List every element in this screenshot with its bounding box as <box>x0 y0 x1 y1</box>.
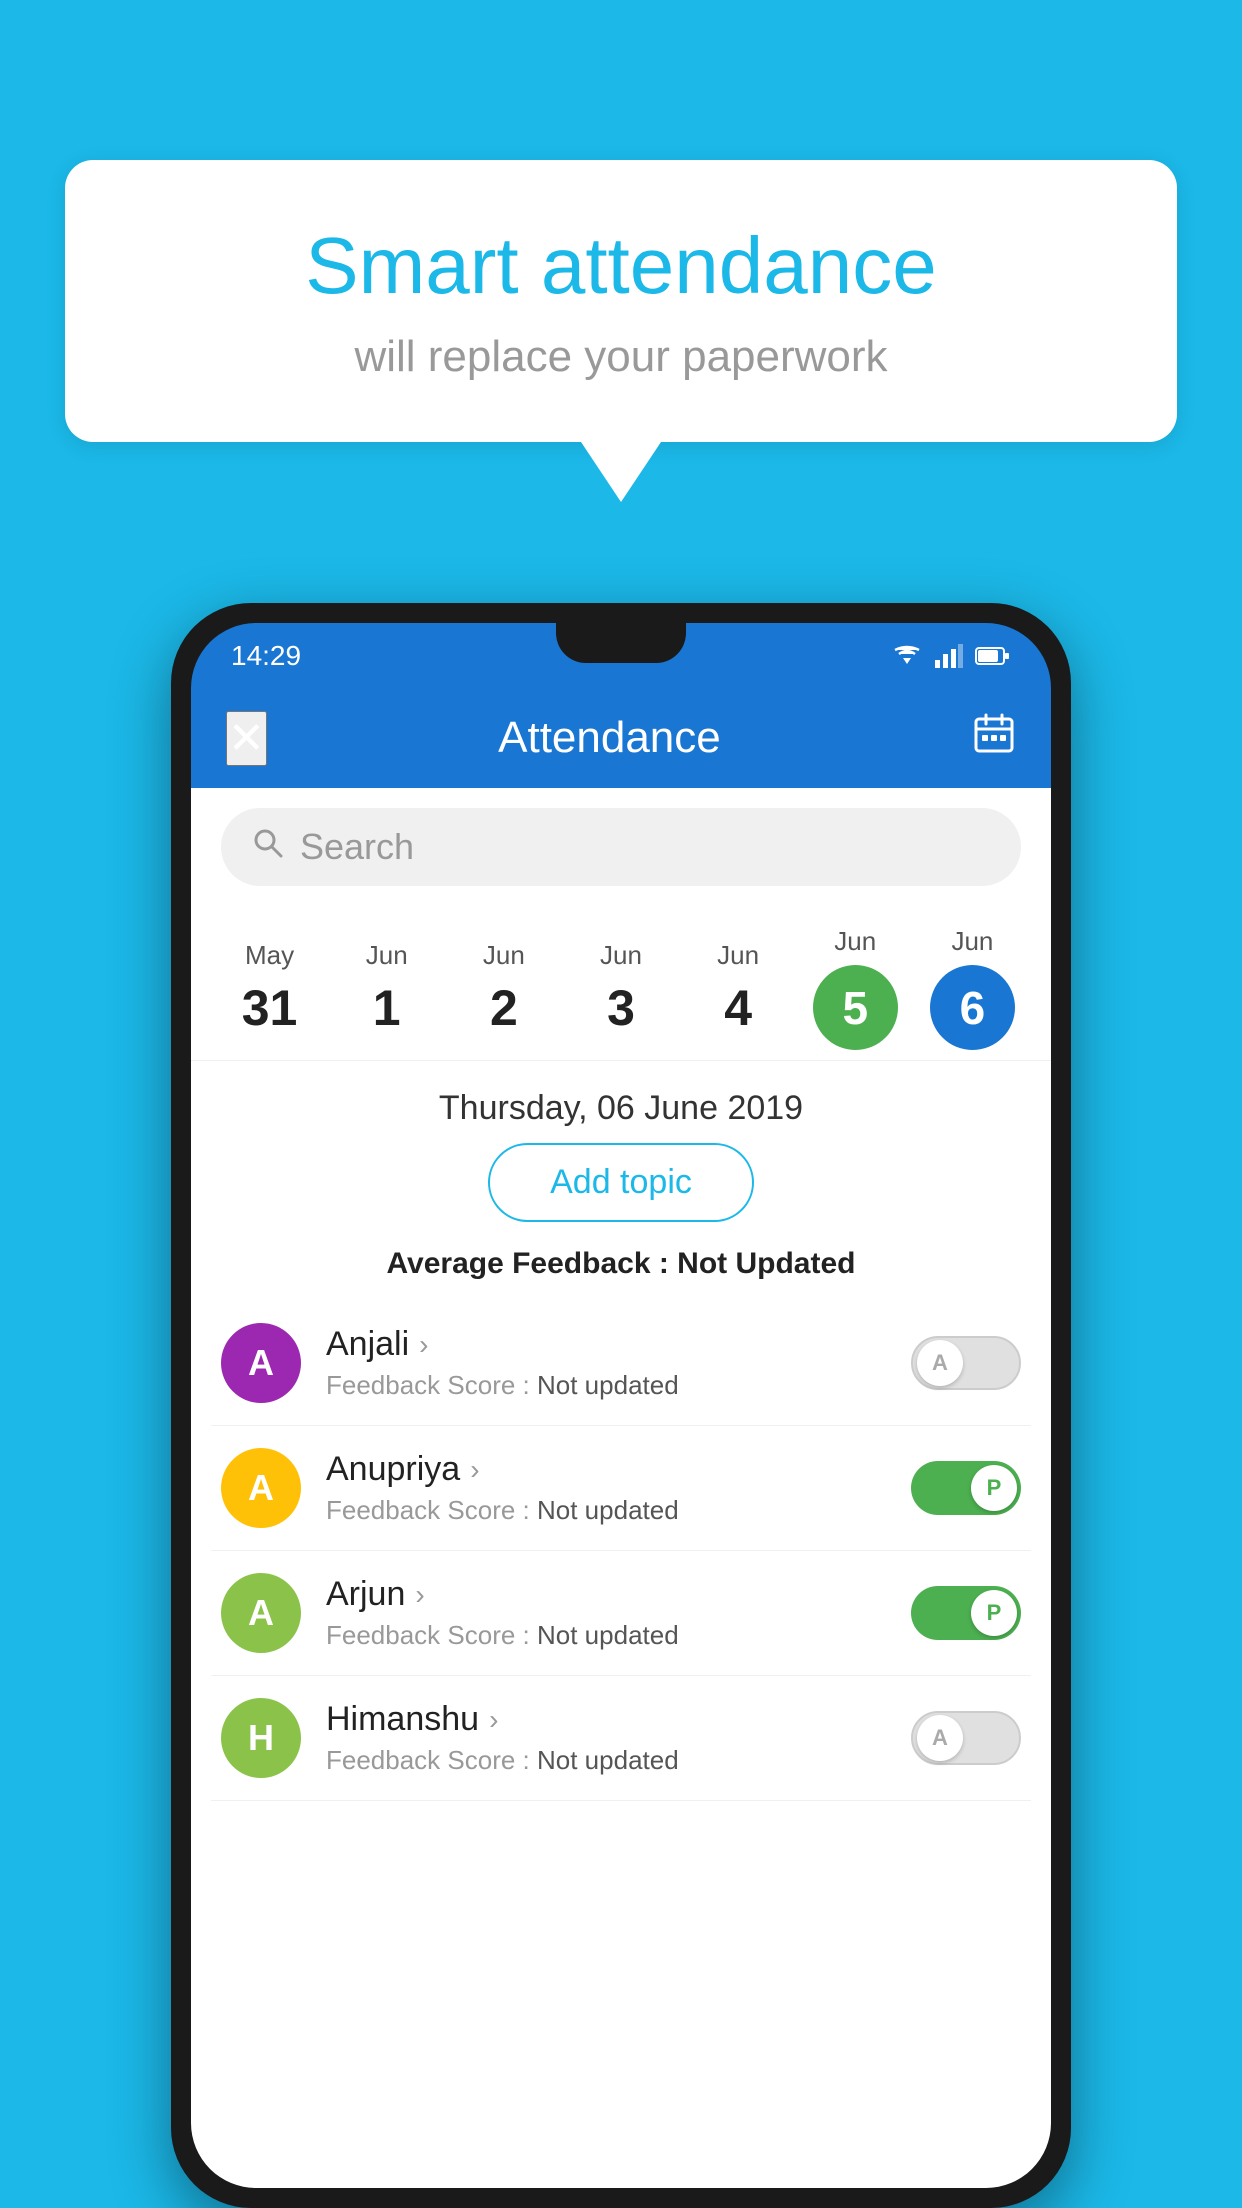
date-item-jun1[interactable]: Jun 1 <box>337 940 437 1037</box>
date-item-jun4[interactable]: Jun 4 <box>688 940 788 1037</box>
date-item-may31[interactable]: May 31 <box>220 940 320 1037</box>
student-info-anupriya: Anupriya › Feedback Score : Not updated <box>326 1450 886 1526</box>
calendar-icon[interactable] <box>972 711 1016 765</box>
search-input-wrapper[interactable]: Search <box>221 808 1021 886</box>
phone-outer: 14:29 <box>171 603 1071 2208</box>
student-item-anupriya[interactable]: A Anupriya › Feedback Score : Not update… <box>211 1426 1031 1551</box>
status-icons <box>891 644 1011 668</box>
screen-content: Search May 31 Jun <box>191 788 1051 2188</box>
date-item-jun3[interactable]: Jun 3 <box>571 940 671 1037</box>
app-bar: ✕ Attendance <box>191 688 1051 788</box>
chevron-icon: › <box>419 1329 428 1361</box>
battery-icon <box>975 646 1011 666</box>
signal-icon <box>935 644 963 668</box>
attendance-toggle-arjun[interactable]: P <box>911 1586 1021 1640</box>
wifi-icon <box>891 644 923 668</box>
selected-date-label: Thursday, 06 June 2019 <box>191 1061 1051 1143</box>
status-bar: 14:29 <box>191 623 1051 688</box>
date-item-jun2[interactable]: Jun 2 <box>454 940 554 1037</box>
search-bar: Search <box>191 788 1051 906</box>
search-placeholder: Search <box>300 826 414 868</box>
search-icon <box>251 826 285 868</box>
app-bar-title: Attendance <box>277 713 942 763</box>
speech-bubble: Smart attendance will replace your paper… <box>65 160 1177 442</box>
student-item-anjali[interactable]: A Anjali › Feedback Score : Not updated … <box>211 1301 1031 1426</box>
status-time: 14:29 <box>231 640 301 672</box>
student-avatar-anjali: A <box>221 1323 301 1403</box>
close-button[interactable]: ✕ <box>226 711 267 766</box>
student-list: A Anjali › Feedback Score : Not updated … <box>191 1301 1051 1801</box>
date-item-jun5[interactable]: Jun 5 <box>805 926 905 1050</box>
speech-bubble-wrapper: Smart attendance will replace your paper… <box>65 160 1177 502</box>
add-topic-button[interactable]: Add topic <box>488 1143 754 1222</box>
student-info-anjali: Anjali › Feedback Score : Not updated <box>326 1325 886 1401</box>
student-info-arjun: Arjun › Feedback Score : Not updated <box>326 1575 886 1651</box>
notch <box>556 623 686 663</box>
chevron-icon: › <box>470 1454 479 1486</box>
student-avatar-arjun: A <box>221 1573 301 1653</box>
chevron-icon: › <box>415 1579 424 1611</box>
attendance-toggle-himanshu[interactable]: A <box>911 1711 1021 1765</box>
student-item-himanshu[interactable]: H Himanshu › Feedback Score : Not update… <box>211 1676 1031 1801</box>
chevron-icon: › <box>489 1704 498 1736</box>
student-avatar-anupriya: A <box>221 1448 301 1528</box>
average-feedback: Average Feedback : Not Updated <box>191 1242 1051 1301</box>
speech-bubble-title: Smart attendance <box>145 220 1097 312</box>
attendance-toggle-anupriya[interactable]: P <box>911 1461 1021 1515</box>
phone-screen: 14:29 <box>191 623 1051 2188</box>
speech-bubble-tail <box>581 442 661 502</box>
student-item-arjun[interactable]: A Arjun › Feedback Score : Not updated P <box>211 1551 1031 1676</box>
speech-bubble-subtitle: will replace your paperwork <box>145 332 1097 382</box>
phone-wrapper: 14:29 <box>171 603 1071 2208</box>
student-avatar-himanshu: H <box>221 1698 301 1778</box>
date-strip: May 31 Jun 1 Jun <box>191 906 1051 1061</box>
student-info-himanshu: Himanshu › Feedback Score : Not updated <box>326 1700 886 1776</box>
attendance-toggle-anjali[interactable]: A <box>911 1336 1021 1390</box>
date-item-jun6[interactable]: Jun 6 <box>922 926 1022 1050</box>
